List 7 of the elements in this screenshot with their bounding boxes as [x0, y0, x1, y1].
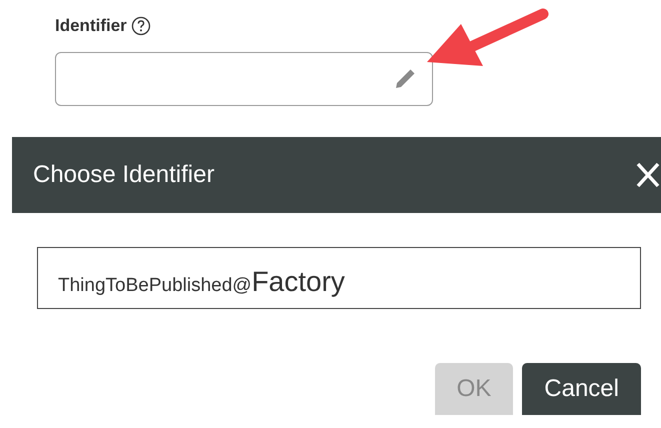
- dialog-title: Choose Identifier: [33, 161, 214, 189]
- cancel-button[interactable]: Cancel: [522, 363, 641, 415]
- close-icon[interactable]: [635, 161, 661, 189]
- help-icon[interactable]: [130, 16, 151, 36]
- identifier-input-field[interactable]: ThingToBePublished@Factory: [37, 247, 641, 309]
- identifier-field[interactable]: [55, 52, 433, 106]
- field-label: Identifier: [55, 16, 127, 36]
